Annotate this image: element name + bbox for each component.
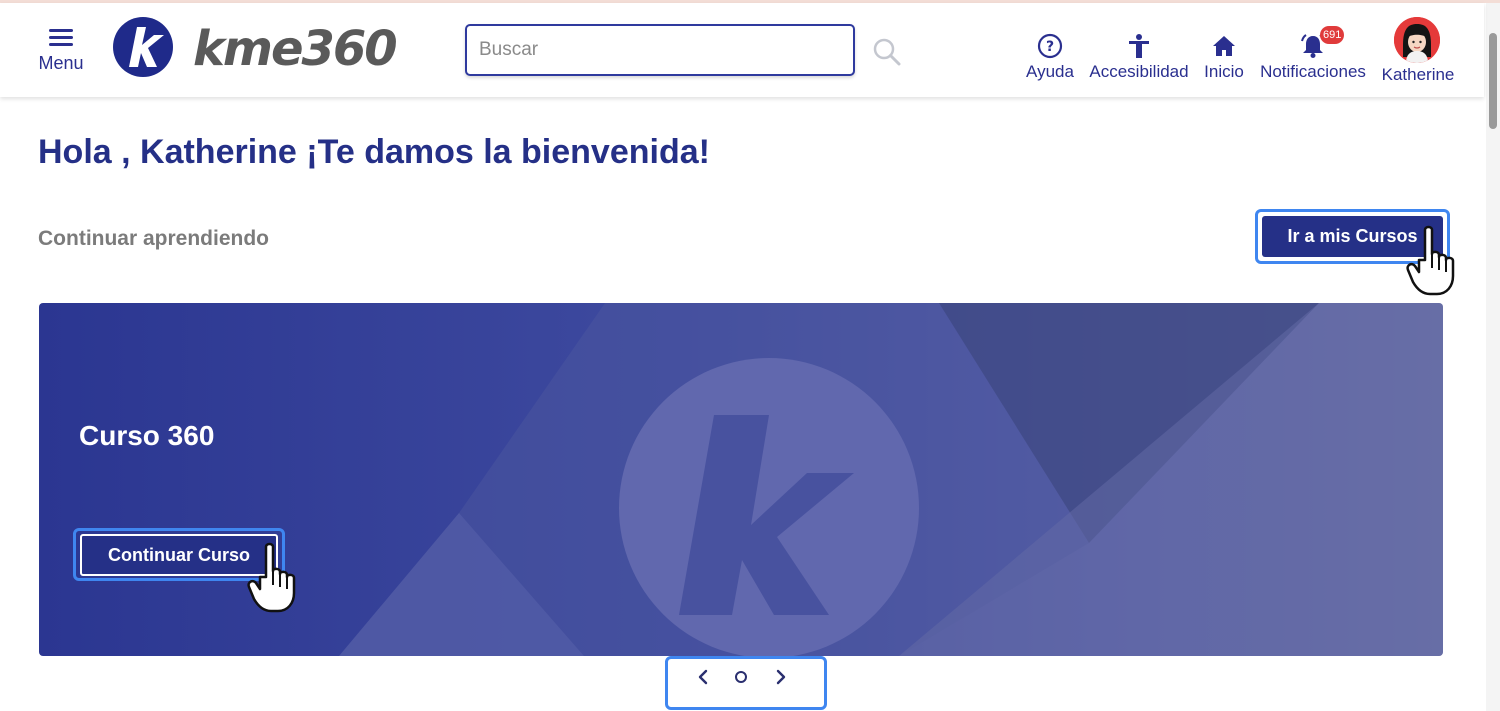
nav-help-label: Ayuda xyxy=(1026,62,1074,81)
nav-help[interactable]: ? Ayuda xyxy=(1024,33,1076,87)
top-header: Menu kme360 ? Ayuda Accesibilidad Inicio xyxy=(0,3,1484,97)
pointer-hand-icon xyxy=(247,542,296,613)
logo-wordmark: kme360 xyxy=(193,21,398,77)
nav-home-label: Inicio xyxy=(1204,62,1244,81)
search-input[interactable] xyxy=(467,26,853,74)
carousel-pager xyxy=(665,656,827,710)
user-avatar[interactable] xyxy=(1394,17,1440,63)
nav-user-label: Katherine xyxy=(1381,65,1455,84)
scrollbar-thumb[interactable] xyxy=(1489,33,1497,129)
search-icon[interactable] xyxy=(872,37,902,67)
hamburger-icon xyxy=(49,29,73,47)
menu-label: Menu xyxy=(38,53,84,73)
page-scrollbar[interactable] xyxy=(1486,3,1500,711)
menu-button[interactable]: Menu xyxy=(30,25,92,81)
nav-user[interactable]: Katherine xyxy=(1378,65,1458,119)
question-circle-icon: ? xyxy=(1037,33,1063,59)
nav-accessibility-label: Accesibilidad xyxy=(1089,62,1189,81)
pointer-hand-icon xyxy=(1406,225,1455,296)
carousel-page-dot[interactable] xyxy=(735,671,747,683)
notifications-badge: 691 xyxy=(1320,26,1345,44)
nav-notifications[interactable]: 691 Notificaciones xyxy=(1258,26,1368,87)
nav-home[interactable]: Inicio xyxy=(1202,33,1246,87)
welcome-heading: Hola , Katherine ¡Te damos la bienvenida… xyxy=(38,133,710,171)
accessibility-icon xyxy=(1129,34,1149,58)
chevron-left-icon xyxy=(698,669,708,685)
kme360-logo[interactable]: kme360 xyxy=(113,15,413,79)
search-box[interactable] xyxy=(465,24,855,76)
continue-learning-label: Continuar aprendiendo xyxy=(38,227,269,250)
home-icon xyxy=(1213,36,1235,56)
carousel-prev-button[interactable] xyxy=(692,666,716,690)
carousel-next-button[interactable] xyxy=(768,666,792,690)
nav-notifications-label: Notificaciones xyxy=(1260,62,1366,81)
svg-text:?: ? xyxy=(1046,39,1054,55)
chevron-right-icon xyxy=(776,669,786,685)
nav-accessibility[interactable]: Accesibilidad xyxy=(1088,33,1190,87)
course-title: Curso 360 xyxy=(79,420,215,451)
